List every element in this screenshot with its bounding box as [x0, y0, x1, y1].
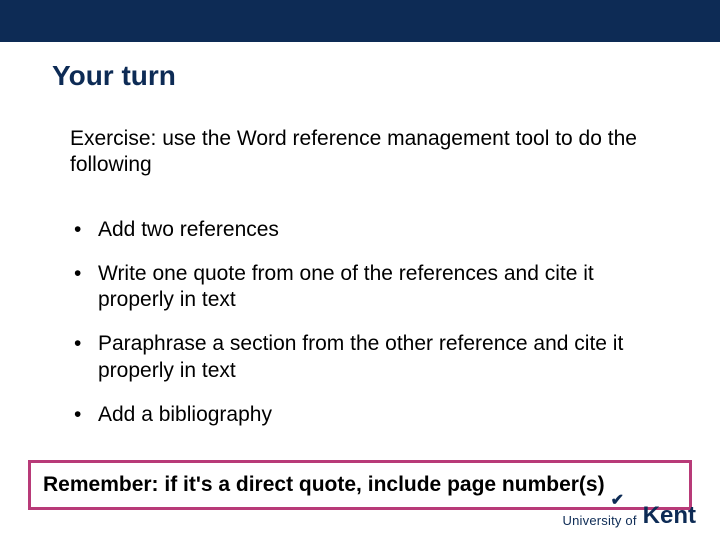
logo-name: Kent — [643, 502, 696, 530]
intro-text: Exercise: use the Word reference managem… — [0, 92, 720, 179]
slide-title: Your turn — [0, 42, 720, 92]
list-item: Write one quote from one of the referenc… — [70, 261, 650, 314]
list-item: Add a bibliography — [70, 402, 650, 428]
slide: Your turn Exercise: use the Word referen… — [0, 0, 720, 540]
bullet-list: Add two references Write one quote from … — [0, 179, 720, 447]
logo-prefix: University of — [563, 513, 637, 528]
list-item: Paraphrase a section from the other refe… — [70, 331, 650, 384]
footer-logo: University of Kent — [563, 500, 696, 528]
top-bar — [0, 0, 720, 42]
list-item: Add two references — [70, 217, 650, 243]
